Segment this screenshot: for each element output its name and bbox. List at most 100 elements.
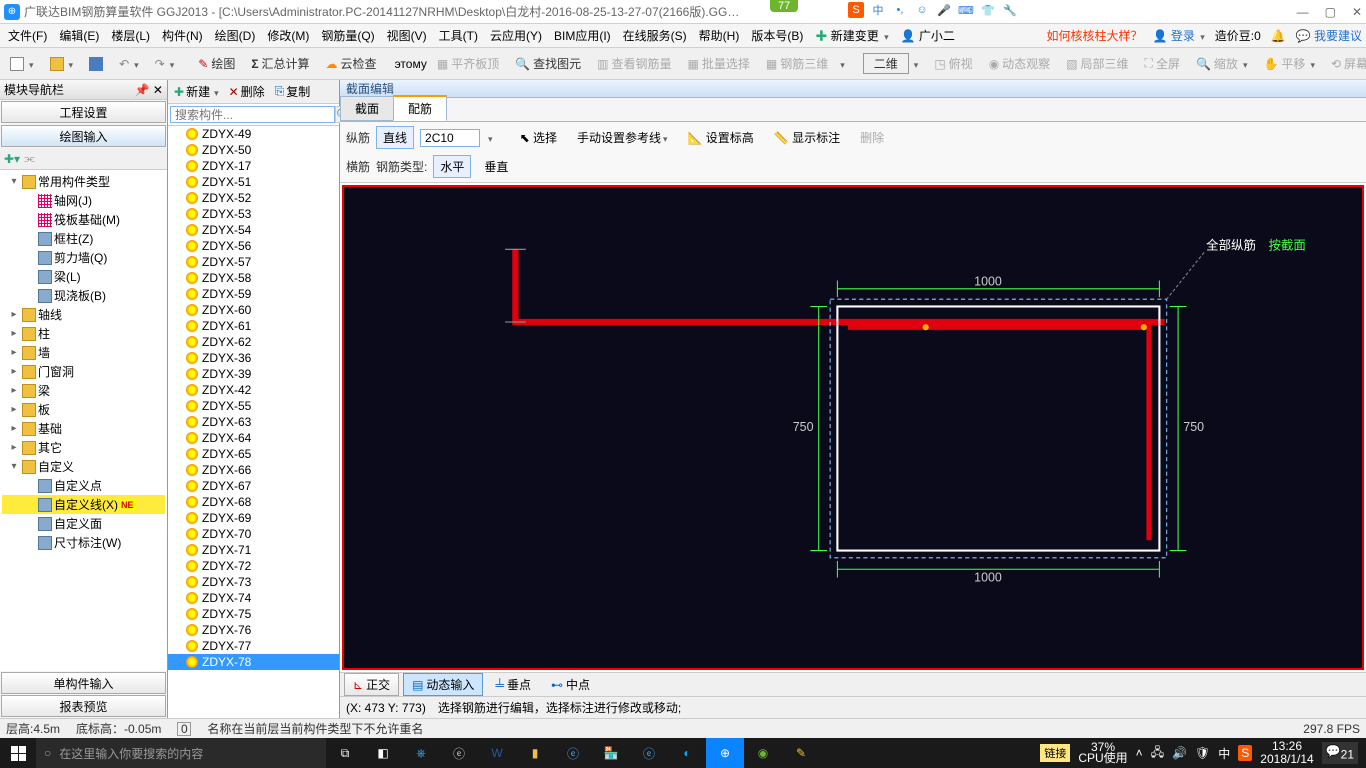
flatslab-button[interactable]: ▦ 平齐板顶 (431, 52, 505, 75)
guangxiaoer-button[interactable]: 👤 广小二 (897, 25, 959, 46)
ortho-button[interactable]: ⊾正交 (344, 673, 399, 696)
tree-item[interactable]: 自定义点 (2, 476, 165, 495)
menu-help[interactable]: 帮助(H) (695, 25, 744, 46)
tray-volume-icon[interactable]: 🔊 (1172, 746, 1187, 760)
undo-button[interactable]: ↶ (113, 54, 145, 74)
spec-dropdown[interactable] (486, 131, 493, 145)
sumcalc-button[interactable]: Σ 汇总计算 (245, 52, 315, 75)
rebar-spec-input[interactable] (420, 129, 480, 147)
component-item[interactable]: ZDYX-50 (168, 142, 339, 158)
tree-item[interactable]: ▾常用构件类型 (2, 172, 165, 191)
menu-version[interactable]: 版本号(B) (747, 25, 807, 46)
viewrebar-button[interactable]: ▥ 查看钢筋量 (591, 52, 677, 75)
drawing-canvas[interactable]: 1000 1000 750 750 全部纵筋 按截面 (342, 185, 1364, 670)
draw-button[interactable]: ✎绘图 (192, 52, 241, 75)
perp-button[interactable]: ╧垂点 (487, 674, 539, 695)
component-item[interactable]: ZDYX-66 (168, 462, 339, 478)
new-file-button[interactable] (4, 54, 40, 74)
nav-tab-project[interactable]: 工程设置 (1, 101, 166, 123)
login-button[interactable]: 👤 登录 (1153, 27, 1205, 44)
component-item[interactable]: ZDYX-70 (168, 526, 339, 542)
component-item[interactable]: ZDYX-72 (168, 558, 339, 574)
dyninput-button[interactable]: ▤动态输入 (403, 673, 483, 696)
tray-up-icon[interactable]: ˄ (1136, 746, 1143, 760)
component-item[interactable]: ZDYX-65 (168, 446, 339, 462)
menu-online[interactable]: 在线服务(S) (619, 25, 691, 46)
redo-button[interactable]: ↷ (149, 54, 181, 74)
show-dim-button[interactable]: 📏 显示标注 (767, 126, 847, 149)
task-gld2[interactable]: ⊕ (706, 738, 744, 768)
component-item[interactable]: ZDYX-57 (168, 254, 339, 270)
component-item[interactable]: ZDYX-68 (168, 494, 339, 510)
feedback-button[interactable]: 💬 我要建议 (1296, 27, 1362, 44)
task-explorer[interactable]: ▮ (516, 738, 554, 768)
component-item[interactable]: ZDYX-51 (168, 174, 339, 190)
start-button[interactable] (0, 738, 36, 768)
component-item[interactable]: ZDYX-75 (168, 606, 339, 622)
manual-ref-button[interactable]: 手动设置参考线 (570, 126, 675, 149)
tray-link[interactable]: 链接 (1040, 744, 1070, 762)
component-item[interactable]: ZDYX-61 (168, 318, 339, 334)
tree-item[interactable]: ▸门窗洞 (2, 362, 165, 381)
overlook-button[interactable]: ◳ 俯视 (928, 52, 978, 75)
tree-item[interactable]: 现浇板(B) (2, 286, 165, 305)
dynview-button[interactable]: ◉ 动态观察 (983, 52, 1057, 75)
tray-notifications[interactable]: 💬21 (1322, 742, 1358, 763)
tree-item[interactable]: ▸轴线 (2, 305, 165, 324)
comp-new-button[interactable]: ✚新建 (170, 81, 223, 102)
mid-button[interactable]: ⊷中点 (543, 674, 598, 695)
nav-report-preview[interactable]: 报表预览 (1, 695, 166, 717)
tree-item[interactable]: 尺寸标注(W) (2, 533, 165, 552)
menu-bim[interactable]: BIM应用(I) (550, 25, 615, 46)
component-item[interactable]: ZDYX-59 (168, 286, 339, 302)
open-file-button[interactable] (44, 54, 80, 74)
task-edge[interactable]: ⓔ (440, 738, 478, 768)
comp-delete-button[interactable]: ✕删除 (225, 81, 269, 102)
select-button[interactable]: ⬉ 选择 (513, 126, 564, 149)
tray-clock[interactable]: 13:26 2018/1/14 (1260, 740, 1313, 766)
tray-safe-icon[interactable]: 🛡 (1195, 746, 1210, 760)
menu-file[interactable]: 文件(F) (4, 25, 51, 46)
menu-modify[interactable]: 修改(M) (263, 25, 313, 46)
tab-rebar[interactable]: 配筋 (393, 95, 447, 121)
component-item[interactable]: ZDYX-71 (168, 542, 339, 558)
2d-dropdown[interactable]: 二维 (857, 50, 925, 77)
component-item[interactable]: ZDYX-53 (168, 206, 339, 222)
tree-item[interactable]: 自定义面 (2, 514, 165, 533)
set-elev-button[interactable]: 📐 设置标高 (681, 126, 761, 149)
local3d-button[interactable]: ▧ 局部三维 (1060, 52, 1134, 75)
tree-item[interactable]: 轴网(J) (2, 191, 165, 210)
task-360[interactable]: ◉ (744, 738, 782, 768)
task-word[interactable]: W (478, 738, 516, 768)
line-button[interactable]: 直线 (376, 126, 414, 149)
cpu-widget[interactable]: 37%CPU使用 (1078, 742, 1127, 764)
save-button[interactable] (83, 54, 109, 74)
component-item[interactable]: ZDYX-42 (168, 382, 339, 398)
minimize-button[interactable]: — (1297, 5, 1309, 19)
nav-single-input[interactable]: 单构件输入 (1, 672, 166, 694)
menu-component[interactable]: 构件(N) (158, 25, 207, 46)
findimg-button[interactable]: 🔍 查找图元 (509, 52, 587, 75)
zoom-button[interactable]: 🔍 缩放 (1190, 52, 1254, 75)
component-item[interactable]: ZDYX-76 (168, 622, 339, 638)
nav-tab-draw[interactable]: 绘图输入 (1, 125, 166, 147)
tree-item[interactable]: ▸基础 (2, 419, 165, 438)
close-button[interactable]: ✕ (1352, 5, 1362, 19)
menu-rebar[interactable]: 钢筋量(Q) (317, 25, 378, 46)
rebar3d-button[interactable]: ▦ 钢筋三维 (760, 52, 834, 75)
component-item[interactable]: ZDYX-78 (168, 654, 339, 670)
menu-tool[interactable]: 工具(T) (435, 25, 482, 46)
tree-item[interactable]: ▸柱 (2, 324, 165, 343)
menu-view[interactable]: 视图(V) (383, 25, 431, 46)
component-item[interactable]: ZDYX-17 (168, 158, 339, 174)
taskbar-search[interactable]: ○ 在这里输入你要搜索的内容 (36, 738, 326, 768)
tree-item[interactable]: ▸墙 (2, 343, 165, 362)
pan-button[interactable]: ✋ 平移 (1257, 52, 1321, 75)
new-change-button[interactable]: ✚ 新建变更 (811, 25, 892, 46)
task-app2[interactable]: ⎈ (402, 738, 440, 768)
comp-copy-button[interactable]: ⎘复制 (271, 81, 315, 102)
tree-item[interactable]: ▸其它 (2, 438, 165, 457)
task-gld1[interactable]: ◐ (668, 738, 706, 768)
tray-ime[interactable]: 中 (1218, 745, 1230, 762)
component-item[interactable]: ZDYX-54 (168, 222, 339, 238)
